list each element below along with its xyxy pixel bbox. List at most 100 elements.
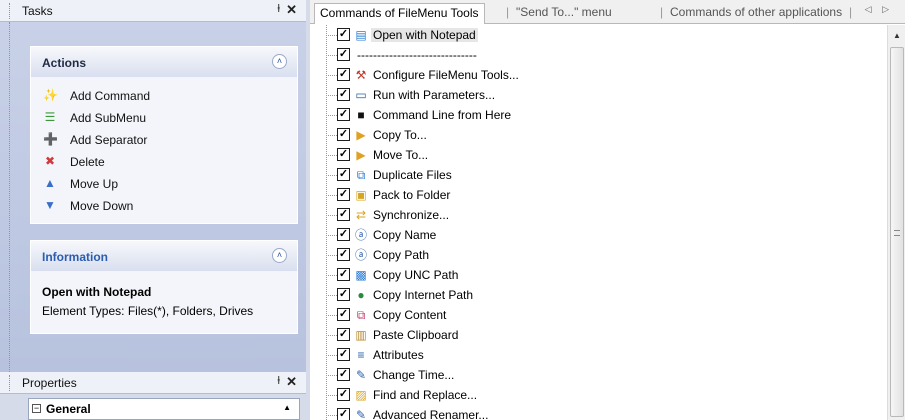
tab-scroll-arrows-icon[interactable]: ◁ ▷ <box>865 4 893 15</box>
command-checkbox[interactable]: ✓ <box>337 68 350 81</box>
command-checkbox[interactable]: ✓ <box>337 308 350 321</box>
command-checkbox[interactable]: ✓ <box>337 268 350 281</box>
command-row[interactable]: ✓ ■ Command Line from Here <box>310 105 887 125</box>
command-checkbox[interactable]: ✓ <box>337 168 350 181</box>
command-row[interactable]: ✓ ⇄ Synchronize... <box>310 205 887 225</box>
command-checkbox[interactable]: ✓ <box>337 388 350 401</box>
scroll-up-icon[interactable]: ▲ <box>283 403 291 412</box>
command-row[interactable]: ✓ ▨ Find and Replace... <box>310 385 887 405</box>
command-label: Advanced Renamer... <box>373 408 489 420</box>
command-checkbox[interactable]: ✓ <box>337 128 350 141</box>
command-row[interactable]: ✓ ▶ Move To... <box>310 145 887 165</box>
tab-separator: | <box>849 5 853 19</box>
tree-branch-line <box>326 375 337 376</box>
tree-branch-line <box>326 415 337 416</box>
action-label: Add Command <box>70 89 151 103</box>
collapse-icon[interactable]: ˄ <box>272 54 287 69</box>
tree-branch-line <box>326 35 337 36</box>
action-add-submenu[interactable]: ☰ Add SubMenu <box>31 107 297 129</box>
information-group: Information ˄ Open with Notepad Element … <box>30 240 298 334</box>
properties-pane-title: Properties <box>22 376 77 390</box>
tree-branch-line <box>326 195 337 196</box>
command-checkbox[interactable]: ✓ <box>337 48 350 61</box>
action-add-separator[interactable]: ➕ Add Separator <box>31 129 297 151</box>
delete-icon: ✖ <box>44 154 56 168</box>
tab-separator: | <box>660 5 664 19</box>
tab-other-applications[interactable]: Commands of other applications <box>670 5 842 19</box>
paste-clipboard-icon: ▥ <box>355 328 367 342</box>
actions-list: ✨ Add Command ☰ Add SubMenu ➕ Add Separator ✖ D… <box>31 77 297 223</box>
tree-branch-line <box>326 315 337 316</box>
command-row[interactable]: ✓ ⧉ Duplicate Files <box>310 165 887 185</box>
command-line-icon: ■ <box>357 108 365 122</box>
action-delete[interactable]: ✖ Delete <box>31 151 297 173</box>
command-row[interactable]: ✓ ▭ Run with Parameters... <box>310 85 887 105</box>
command-row[interactable]: ✓ ▶ Copy To... <box>310 125 887 145</box>
pane-grip[interactable] <box>9 3 11 19</box>
command-checkbox[interactable]: ✓ <box>337 328 350 341</box>
command-row[interactable]: ✓ ⓐ Copy Path <box>310 245 887 265</box>
actions-group-header[interactable]: Actions ˄ <box>31 47 297 77</box>
tasks-pane-title: Tasks <box>22 4 53 18</box>
vertical-scrollbar[interactable]: ▲ <box>887 25 905 420</box>
tab-bar: Commands of FileMenu Tools | "Send To...… <box>310 0 905 24</box>
tree-branch-line <box>326 75 337 76</box>
command-checkbox[interactable]: ✓ <box>337 88 350 101</box>
command-checkbox[interactable]: ✓ <box>337 148 350 161</box>
arrow-up-icon: ▲ <box>44 176 56 190</box>
command-label: Command Line from Here <box>373 108 512 122</box>
find-replace-icon: ▨ <box>355 388 367 402</box>
command-checkbox[interactable]: ✓ <box>337 248 350 261</box>
command-row[interactable]: ✓ ------------------------------ <box>310 45 887 65</box>
tab-send-to[interactable]: "Send To..." menu <box>516 5 612 19</box>
command-row[interactable]: ✓ ⚒ Configure FileMenu Tools... <box>310 65 887 85</box>
command-label: Synchronize... <box>373 208 450 222</box>
tab-filemenu-commands[interactable]: Commands of FileMenu Tools <box>314 3 485 24</box>
action-arrow-up[interactable]: ▲ Move Up <box>31 173 297 195</box>
command-row[interactable]: ✓ ▣ Pack to Folder <box>310 185 887 205</box>
command-checkbox[interactable]: ✓ <box>337 108 350 121</box>
command-row[interactable]: ✓ ≡ Attributes <box>310 345 887 365</box>
run-parameters-icon: ▭ <box>355 88 367 102</box>
command-row[interactable]: ✓ ⓐ Copy Name <box>310 225 887 245</box>
action-add-command[interactable]: ✨ Add Command <box>31 85 297 107</box>
command-checkbox[interactable]: ✓ <box>337 348 350 361</box>
collapse-expander-icon[interactable]: − <box>32 404 41 413</box>
scrollbar-thumb[interactable] <box>890 47 904 417</box>
copy-content-icon: ⧉ <box>356 308 366 322</box>
command-checkbox[interactable]: ✓ <box>337 188 350 201</box>
command-checkbox[interactable]: ✓ <box>337 28 350 41</box>
command-label: Copy Internet Path <box>373 288 474 302</box>
command-row[interactable]: ✓ ⧉ Copy Content <box>310 305 887 325</box>
command-label: Pack to Folder <box>373 188 451 202</box>
change-time-icon: ✎ <box>355 368 367 382</box>
tree-branch-line <box>326 255 337 256</box>
pin-icon[interactable]: ⱡ <box>278 375 280 387</box>
pane-grip[interactable] <box>9 375 11 391</box>
command-label: Copy Content <box>373 308 447 322</box>
command-row[interactable]: ✓ ✎ Change Time... <box>310 365 887 385</box>
command-row[interactable]: ✓ ● Copy Internet Path <box>310 285 887 305</box>
pin-icon[interactable]: ⱡ <box>278 3 280 15</box>
command-row[interactable]: ✓ ✎ Advanced Renamer... <box>310 405 887 420</box>
properties-general-row[interactable]: − General ▲ <box>28 398 300 420</box>
collapse-icon[interactable]: ˄ <box>272 248 287 263</box>
command-row[interactable]: ✓ ▤ Open with Notepad <box>310 25 887 45</box>
close-icon[interactable]: ✕ <box>286 2 297 18</box>
command-checkbox[interactable]: ✓ <box>337 288 350 301</box>
command-checkbox[interactable]: ✓ <box>337 368 350 381</box>
command-checkbox[interactable]: ✓ <box>337 228 350 241</box>
scroll-up-icon[interactable]: ▲ <box>888 31 905 40</box>
action-arrow-down[interactable]: ▼ Move Down <box>31 195 297 217</box>
add-separator-icon: ➕ <box>43 132 58 146</box>
action-label: Add SubMenu <box>70 111 147 125</box>
command-checkbox[interactable]: ✓ <box>337 208 350 221</box>
command-label: Open with Notepad <box>371 28 478 42</box>
close-icon[interactable]: ✕ <box>286 374 297 390</box>
copy-to-icon: ▶ <box>356 128 366 142</box>
command-checkbox[interactable]: ✓ <box>337 408 350 420</box>
command-row[interactable]: ✓ ▥ Paste Clipboard <box>310 325 887 345</box>
command-row[interactable]: ✓ ▩ Copy UNC Path <box>310 265 887 285</box>
command-label: Copy UNC Path <box>373 268 459 282</box>
information-group-header[interactable]: Information ˄ <box>31 241 297 271</box>
